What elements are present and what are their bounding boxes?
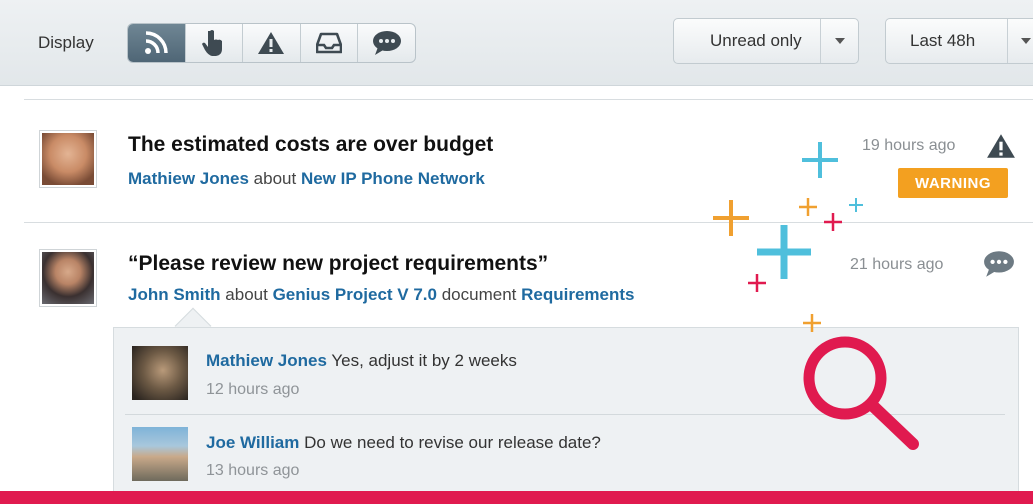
read-filter-arrow[interactable] <box>820 19 858 63</box>
display-filter-group <box>127 23 416 63</box>
toolbar: Display Unread only Last 48h <box>0 0 1033 86</box>
rss-icon <box>145 31 169 54</box>
warning-icon <box>258 32 285 54</box>
feed-item-title[interactable]: The estimated costs are over budget <box>128 133 493 157</box>
comment: Mathiew Jones Yes, adjust it by 2 weeks <box>206 351 517 371</box>
document-text: document <box>441 285 517 304</box>
about-text: about <box>253 169 297 188</box>
read-filter-value: Unread only <box>710 31 802 50</box>
pointer-hand-icon <box>201 30 222 56</box>
warning-icon <box>987 134 1015 158</box>
plus-icon <box>849 198 863 212</box>
chevron-down-icon <box>1020 38 1031 44</box>
project-link[interactable]: Genius Project V 7.0 <box>273 285 437 304</box>
divider <box>125 414 1005 415</box>
chevron-down-icon <box>834 38 845 44</box>
filter-warnings-button[interactable] <box>242 24 300 62</box>
divider <box>24 222 1033 223</box>
author-link[interactable]: John Smith <box>128 285 221 304</box>
comment-icon <box>372 31 401 55</box>
feed-item-meta: Mathiew Jones about New IP Phone Network <box>128 169 485 189</box>
comment-text: Yes, adjust it by 2 weeks <box>331 351 517 370</box>
read-filter-dropdown[interactable]: Unread only <box>673 18 859 64</box>
feed-item-time: 21 hours ago <box>850 256 944 273</box>
document-link[interactable]: Requirements <box>521 285 634 304</box>
plus-icon <box>748 274 766 292</box>
filter-comments-button[interactable] <box>357 24 415 62</box>
comment-author-link[interactable]: Joe William <box>206 433 299 452</box>
time-filter-arrow[interactable] <box>1006 19 1033 63</box>
about-text: about <box>225 285 268 304</box>
comment-author-link[interactable]: Mathiew Jones <box>206 351 327 370</box>
comment-time: 12 hours ago <box>206 381 300 398</box>
filter-inbox-button[interactable] <box>299 24 358 62</box>
time-filter-value: Last 48h <box>910 31 976 50</box>
avatar[interactable] <box>39 130 97 188</box>
filter-rss-button[interactable] <box>128 24 185 62</box>
avatar[interactable] <box>132 427 188 481</box>
plus-icon <box>757 225 811 279</box>
comment-icon <box>984 251 1014 277</box>
avatar[interactable] <box>39 249 97 307</box>
footer-accent-bar <box>0 491 1033 504</box>
filter-activity-button[interactable] <box>184 24 243 62</box>
status-badge: WARNING <box>898 168 1008 198</box>
plus-icon <box>713 200 749 236</box>
project-link[interactable]: New IP Phone Network <box>301 169 485 188</box>
divider <box>24 99 1033 100</box>
avatar[interactable] <box>132 346 188 400</box>
comment-text: Do we need to revise our release date? <box>304 433 601 452</box>
display-label: Display <box>38 33 94 52</box>
comment: Joe William Do we need to revise our rel… <box>206 433 601 453</box>
feed-item-meta: John Smith about Genius Project V 7.0 do… <box>128 285 635 305</box>
plus-icon <box>799 198 817 216</box>
author-link[interactable]: Mathiew Jones <box>128 169 249 188</box>
feed-item-title[interactable]: “Please review new project requirements” <box>128 252 548 276</box>
comment-time: 13 hours ago <box>206 462 300 479</box>
feed-item-time: 19 hours ago <box>862 137 956 154</box>
inbox-icon <box>316 32 343 54</box>
plus-icon <box>802 142 838 178</box>
time-filter-dropdown[interactable]: Last 48h <box>885 18 1033 64</box>
